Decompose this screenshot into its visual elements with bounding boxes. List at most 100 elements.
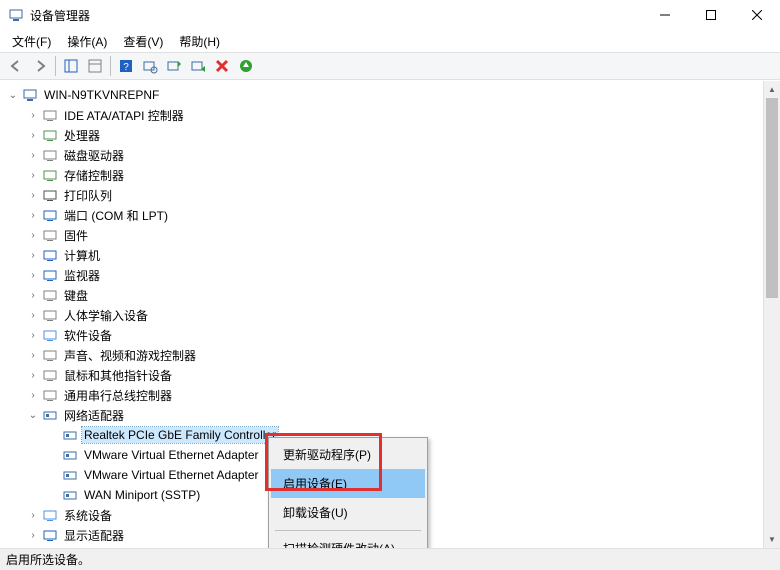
context-menu: 更新驱动程序(P) 启用设备(E) 卸载设备(U) 扫描检测硬件改动(A) 属性… (268, 437, 428, 548)
tree-item-cat-1[interactable]: › 处理器 (26, 125, 780, 145)
device-tree-panel: ⌄ WIN-N9TKVNREPNF › IDE ATA/ATAPI 控制器 › 处理器… (0, 80, 780, 548)
scan-hardware-button[interactable] (138, 55, 162, 77)
menu-help[interactable]: 帮助(H) (171, 31, 228, 52)
tree-item-cat-2[interactable]: › 磁盘驱动器 (26, 145, 780, 165)
scroll-up-arrow-icon[interactable]: ▲ (764, 81, 780, 98)
context-separator (275, 530, 421, 531)
context-update-driver[interactable]: 更新驱动程序(P) (271, 440, 425, 469)
tree-item-cat-10[interactable]: › 人体学输入设备 (26, 305, 780, 325)
chevron-right-icon[interactable]: › (26, 390, 40, 401)
close-button[interactable] (734, 0, 780, 30)
uninstall-device-button[interactable] (210, 55, 234, 77)
show-hide-tree-button[interactable] (59, 55, 83, 77)
root-label: WIN-N9TKVNREPNF (42, 87, 161, 103)
tree-item-label: 打印队列 (62, 186, 114, 205)
tree-item-label: WAN Miniport (SSTP) (82, 487, 202, 503)
device-icon (62, 467, 78, 483)
tree-item-label: IDE ATA/ATAPI 控制器 (62, 106, 186, 125)
device-icon (42, 107, 58, 123)
chevron-right-icon[interactable]: › (26, 170, 40, 181)
tree-item-label: 计算机 (62, 246, 102, 265)
tree-item-label: 系统设备 (62, 506, 114, 525)
enable-device-button[interactable] (186, 55, 210, 77)
minimize-button[interactable] (642, 0, 688, 30)
app-icon (8, 7, 24, 23)
computer-icon (22, 87, 38, 103)
menu-action[interactable]: 操作(A) (59, 31, 115, 52)
chevron-down-icon[interactable]: ⌄ (6, 90, 20, 101)
svg-text:?: ? (123, 62, 129, 73)
menu-bar: 文件(F) 操作(A) 查看(V) 帮助(H) (0, 30, 780, 52)
window-title: 设备管理器 (30, 7, 90, 24)
chevron-right-icon[interactable]: › (26, 150, 40, 161)
tree-item-cat-8[interactable]: ›监视器 (26, 265, 780, 285)
context-scan-hardware[interactable]: 扫描检测硬件改动(A) (271, 534, 425, 548)
tree-item-label: 鼠标和其他指针设备 (62, 366, 174, 385)
tree-item-cat-5[interactable]: › 端口 (COM 和 LPT) (26, 205, 780, 225)
chevron-right-icon[interactable]: › (26, 370, 40, 381)
chevron-down-icon[interactable]: ⌄ (26, 410, 40, 421)
device-icon (42, 507, 58, 523)
status-text: 启用所选设备。 (6, 551, 90, 568)
context-uninstall-device[interactable]: 卸载设备(U) (271, 498, 425, 527)
device-icon (42, 347, 58, 363)
tree-item-label: 处理器 (62, 126, 102, 145)
chevron-right-icon[interactable]: › (26, 130, 40, 141)
device-icon (62, 447, 78, 463)
chevron-right-icon[interactable]: › (26, 530, 40, 541)
title-bar: 设备管理器 (0, 0, 780, 30)
device-icon (42, 307, 58, 323)
chevron-right-icon[interactable]: › (26, 310, 40, 321)
tree-item-label: 人体学输入设备 (62, 306, 150, 325)
vertical-scrollbar[interactable]: ▲ ▼ (763, 81, 780, 548)
tree-item-cat-6[interactable]: ›固件 (26, 225, 780, 245)
device-icon (42, 407, 58, 423)
chevron-right-icon[interactable]: › (26, 290, 40, 301)
tree-item-label: 声音、视频和游戏控制器 (62, 346, 198, 365)
tree-item-cat-14[interactable]: › 通用串行总线控制器 (26, 385, 780, 405)
chevron-right-icon[interactable]: › (26, 190, 40, 201)
tree-item-cat-0[interactable]: › IDE ATA/ATAPI 控制器 (26, 105, 780, 125)
tree-item-label: 网络适配器 (62, 406, 126, 425)
update-driver-button[interactable] (162, 55, 186, 77)
help-button[interactable]: ? (114, 55, 138, 77)
tree-item-label: 通用串行总线控制器 (62, 386, 174, 405)
tree-item-cat-3[interactable]: › 存储控制器 (26, 165, 780, 185)
tree-item-cat-4[interactable]: › 打印队列 (26, 185, 780, 205)
chevron-right-icon[interactable]: › (26, 230, 40, 241)
device-icon (42, 287, 58, 303)
chevron-right-icon[interactable]: › (26, 270, 40, 281)
device-icon (42, 207, 58, 223)
tree-root[interactable]: ⌄ WIN-N9TKVNREPNF (6, 85, 780, 105)
maximize-button[interactable] (688, 0, 734, 30)
tree-item-cat-12[interactable]: › 声音、视频和游戏控制器 (26, 345, 780, 365)
chevron-right-icon[interactable]: › (26, 330, 40, 341)
tree-item-label: 存储控制器 (62, 166, 126, 185)
tree-item-cat-11[interactable]: › 软件设备 (26, 325, 780, 345)
chevron-right-icon[interactable]: › (26, 350, 40, 361)
tree-item-label: 显示适配器 (62, 526, 126, 545)
tree-item-label: 磁盘驱动器 (62, 146, 126, 165)
scroll-down-arrow-icon[interactable]: ▼ (764, 531, 780, 548)
menu-file[interactable]: 文件(F) (4, 31, 59, 52)
context-enable-device[interactable]: 启用设备(E) (271, 469, 425, 498)
chevron-right-icon[interactable]: › (26, 110, 40, 121)
scrollbar-thumb[interactable] (766, 98, 778, 298)
tree-item-network[interactable]: ⌄ 网络适配器 (26, 405, 780, 425)
add-legacy-hardware-button[interactable] (234, 55, 258, 77)
menu-view[interactable]: 查看(V) (115, 31, 171, 52)
tree-item-label: 端口 (COM 和 LPT) (62, 206, 170, 225)
tree-item-cat-13[interactable]: › 鼠标和其他指针设备 (26, 365, 780, 385)
tree-item-cat-7[interactable]: › 计算机 (26, 245, 780, 265)
tree-item-label: 软件设备 (62, 326, 114, 345)
device-icon (42, 527, 58, 543)
tree-item-cat-9[interactable]: ›键盘 (26, 285, 780, 305)
properties-button[interactable] (83, 55, 107, 77)
chevron-right-icon[interactable]: › (26, 210, 40, 221)
back-button[interactable] (4, 55, 28, 77)
chevron-right-icon[interactable]: › (26, 510, 40, 521)
device-icon (42, 327, 58, 343)
chevron-right-icon[interactable]: › (26, 250, 40, 261)
device-icon (42, 247, 58, 263)
forward-button[interactable] (28, 55, 52, 77)
